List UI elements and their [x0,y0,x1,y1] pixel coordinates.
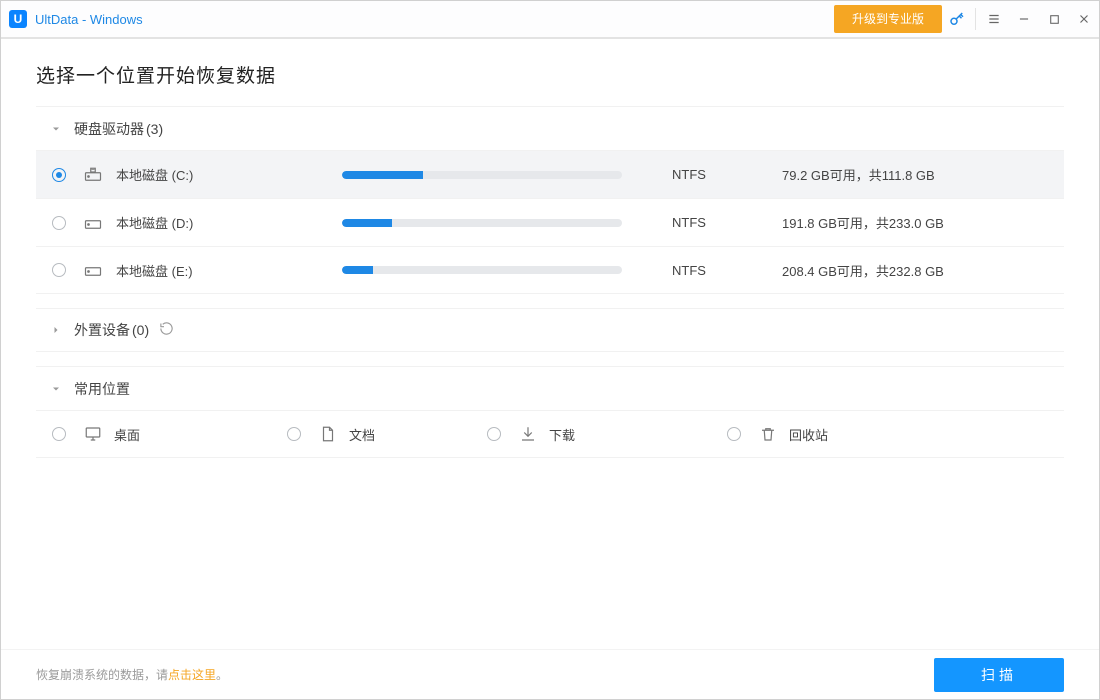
window-title: UltData - Windows [35,12,143,27]
minimize-icon [1017,12,1031,26]
location-downloads[interactable]: 下载 [487,425,727,444]
footer-hint: 恢复崩溃系统的数据，请点击这里。 [36,666,228,683]
trash-icon [759,425,777,443]
usage-bar [342,266,622,274]
hdd-icon [84,214,102,232]
location-label: 桌面 [114,425,140,444]
maximize-icon [1048,13,1061,26]
location-documents[interactable]: 文档 [287,425,487,444]
radio-drive-e[interactable] [52,263,66,277]
radio-documents[interactable] [287,427,301,441]
section-count-external: (0) [132,322,149,338]
minimize-button[interactable] [1009,0,1039,38]
drive-fs: NTFS [672,167,782,182]
chevron-down-icon [50,383,68,395]
usage-bar [342,171,622,179]
titlebar: U UltData - Windows 升级到专业版 [1,1,1099,39]
upgrade-button[interactable]: 升级到专业版 [834,5,942,33]
section-head-external[interactable]: 外置设备 (0) [36,308,1064,352]
drive-fs: NTFS [672,263,782,278]
footer-hint-suffix: 。 [216,668,228,682]
refresh-button[interactable] [159,321,174,339]
drive-row-d[interactable]: 本地磁盘 (D:) NTFS 191.8 GB可用，共233.0 GB [36,198,1064,246]
radio-recycle[interactable] [727,427,741,441]
location-label: 下载 [549,425,575,444]
maximize-button[interactable] [1039,0,1069,38]
usage-bar-fill [342,171,423,179]
section-label-external: 外置设备 [74,320,130,340]
location-label: 文档 [349,425,375,444]
section-label-common: 常用位置 [74,379,130,399]
page-heading: 选择一个位置开始恢复数据 [36,61,1064,88]
drive-row-e[interactable]: 本地磁盘 (E:) NTFS 208.4 GB可用，共232.8 GB [36,246,1064,294]
drive-row-c[interactable]: 本地磁盘 (C:) NTFS 79.2 GB可用，共111.8 GB [36,150,1064,198]
footer-hint-prefix: 恢复崩溃系统的数据，请 [36,668,168,682]
key-icon [948,10,966,28]
download-icon [519,425,537,443]
usage-bar-fill [342,266,373,274]
location-recycle[interactable]: 回收站 [727,425,1048,444]
location-label: 回收站 [789,425,828,444]
hdd-icon [84,261,102,279]
chevron-right-icon [50,324,68,336]
section-head-drives[interactable]: 硬盘驱动器 (3) [36,106,1064,150]
desktop-icon [84,425,102,443]
close-icon [1077,12,1091,26]
hamburger-icon [987,12,1001,26]
usage-bar [342,219,622,227]
drive-size: 191.8 GB可用，共233.0 GB [782,213,1048,232]
location-desktop[interactable]: 桌面 [52,425,287,444]
app-logo: U [9,10,27,28]
radio-drive-c[interactable] [52,168,66,182]
scan-button[interactable]: 扫描 [934,658,1064,692]
locations-row: 桌面 文档 下载 回收站 [36,410,1064,458]
radio-drive-d[interactable] [52,216,66,230]
activate-key-button[interactable] [942,0,972,38]
section-label-drives: 硬盘驱动器 [74,119,144,139]
section-count-drives: (3) [146,121,163,137]
drive-size: 208.4 GB可用，共232.8 GB [782,261,1048,280]
drive-fs: NTFS [672,215,782,230]
chevron-down-icon [50,123,68,135]
radio-downloads[interactable] [487,427,501,441]
document-icon [319,425,337,443]
footer-hint-link[interactable]: 点击这里 [168,668,216,682]
drive-name: 本地磁盘 (D:) [116,213,193,232]
titlebar-divider [975,8,976,30]
os-drive-icon [84,166,102,184]
drive-size: 79.2 GB可用，共111.8 GB [782,165,1048,184]
drive-name: 本地磁盘 (E:) [116,261,193,280]
close-button[interactable] [1069,0,1099,38]
usage-bar-fill [342,219,392,227]
radio-desktop[interactable] [52,427,66,441]
menu-button[interactable] [979,0,1009,38]
drive-name: 本地磁盘 (C:) [116,165,193,184]
main-content: 选择一个位置开始恢复数据 硬盘驱动器 (3) 本地磁盘 (C:) NTFS 79… [1,39,1099,649]
footer: 恢复崩溃系统的数据，请点击这里。 扫描 [1,649,1099,699]
section-head-common[interactable]: 常用位置 [36,366,1064,410]
